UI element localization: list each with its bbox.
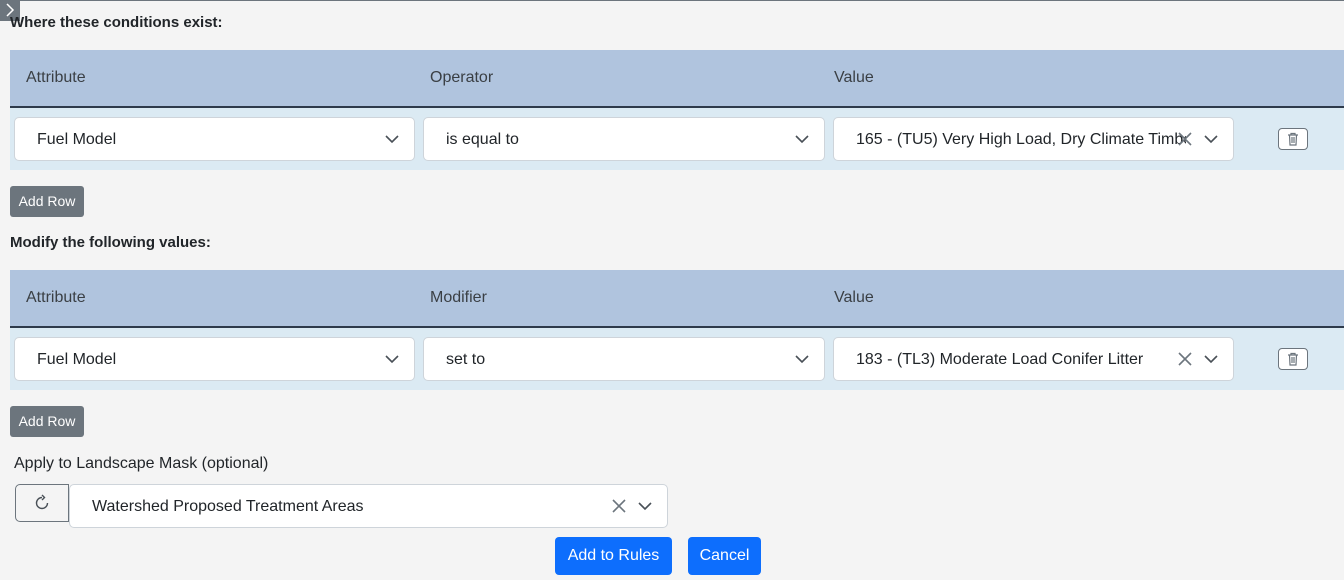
modifier-select[interactable]: set to <box>423 337 825 381</box>
value-select[interactable]: 183 - (TL3) Moderate Load Conifer Litter <box>833 337 1234 381</box>
add-to-rules-button[interactable]: Add to Rules <box>555 537 672 575</box>
mask-select-value: Watershed Proposed Treatment Areas <box>92 498 364 515</box>
modify-table-header: Attribute Modifier Value <box>10 270 1344 328</box>
chevron-down-icon <box>385 135 399 144</box>
header-operator: Operator <box>430 69 494 86</box>
attribute-select-value: Fuel Model <box>37 351 117 368</box>
header-modifier: Modifier <box>430 289 487 306</box>
modify-title: Modify the following values: <box>10 234 211 251</box>
add-condition-row-button[interactable]: Add Row <box>10 186 84 217</box>
conditions-title: Where these conditions exist: <box>10 14 223 31</box>
chevron-down-icon <box>795 135 809 144</box>
mask-select[interactable]: Watershed Proposed Treatment Areas <box>69 484 668 528</box>
operator-select-value: is equal to <box>446 131 519 148</box>
add-modify-row-button[interactable]: Add Row <box>10 406 84 437</box>
refresh-icon <box>35 494 49 510</box>
value-select-value: 183 - (TL3) Moderate Load Conifer Litter <box>856 351 1144 368</box>
chevron-down-icon <box>1204 355 1218 364</box>
modifier-select-value: set to <box>446 351 486 368</box>
modify-row: Fuel Model set to 183 - (TL3) Moderate L… <box>10 328 1344 390</box>
chevron-down-icon <box>795 355 809 364</box>
header-attribute: Attribute <box>26 289 86 306</box>
trash-icon <box>1288 352 1298 366</box>
value-select-value: 165 - (TU5) Very High Load, Dry Climate … <box>856 131 1186 148</box>
conditions-table-header: Attribute Operator Value <box>10 50 1344 108</box>
chevron-down-icon <box>638 502 652 511</box>
refresh-mask-button[interactable] <box>15 484 69 522</box>
close-icon[interactable] <box>611 498 627 514</box>
header-attribute: Attribute <box>26 69 86 86</box>
close-icon[interactable] <box>1177 351 1193 367</box>
attribute-select[interactable]: Fuel Model <box>14 337 415 381</box>
top-border <box>0 0 1344 1</box>
operator-select[interactable]: is equal to <box>423 117 825 161</box>
trash-icon <box>1288 132 1298 146</box>
close-icon[interactable] <box>1177 131 1193 147</box>
conditions-row: Fuel Model is equal to 165 - (TU5) Very … <box>10 108 1344 170</box>
delete-row-button[interactable] <box>1278 128 1308 150</box>
chevron-down-icon <box>385 355 399 364</box>
attribute-select[interactable]: Fuel Model <box>14 117 415 161</box>
cancel-button[interactable]: Cancel <box>688 537 761 575</box>
chevron-down-icon <box>1204 135 1218 144</box>
delete-row-button[interactable] <box>1278 348 1308 370</box>
attribute-select-value: Fuel Model <box>37 131 117 148</box>
value-select[interactable]: 165 - (TU5) Very High Load, Dry Climate … <box>833 117 1234 161</box>
mask-label: Apply to Landscape Mask (optional) <box>14 455 269 472</box>
header-value: Value <box>834 289 874 306</box>
header-value: Value <box>834 69 874 86</box>
